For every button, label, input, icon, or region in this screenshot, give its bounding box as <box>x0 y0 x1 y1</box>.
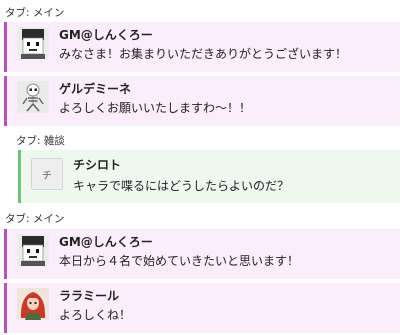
chat-message: ララミール よろしくね！ <box>4 283 400 333</box>
tab-label-talk: タブ: 雑談 <box>16 135 65 147</box>
sender-name: GM@しんくろー <box>59 28 153 42</box>
tab-label-main: タブ: メイン <box>5 213 65 225</box>
placeholder-icon: チ <box>31 158 63 190</box>
sender-name: チシロト <box>73 158 122 172</box>
message-text: よろしくね！ <box>59 308 132 322</box>
sender-name: GM@しんくろー <box>59 235 153 249</box>
message-text: 本日から４名で始めていきたいと思います！ <box>59 254 300 268</box>
tab-label-main: タブ: メイン <box>5 7 65 19</box>
sender-name: ララミール <box>59 289 120 303</box>
gm-icon <box>17 27 49 59</box>
message-text: よろしくお願いいたしますわ～！！ <box>59 101 252 115</box>
skeleton-icon <box>17 81 49 113</box>
chat-message: GM@しんくろー 本日から４名で始めていきたいと思います！ <box>4 229 400 279</box>
gm-icon <box>17 234 49 266</box>
chat-message: GM@しんくろー みなさま！お集まりいただきありがとうございます！ <box>4 22 400 72</box>
chat-message: ゲルデミーネ よろしくお願いいたしますわ～！！ <box>4 76 400 126</box>
sender-name: ゲルデミーネ <box>59 82 132 96</box>
chat-message: チ チシロト キャラで喋るにはどうしたらよいのだ？ <box>18 150 400 203</box>
red-hair-character-icon <box>17 288 49 320</box>
message-text: キャラで喋るにはどうしたらよいのだ？ <box>73 179 290 193</box>
message-text: みなさま！お集まりいただきありがとうございます！ <box>59 47 348 61</box>
